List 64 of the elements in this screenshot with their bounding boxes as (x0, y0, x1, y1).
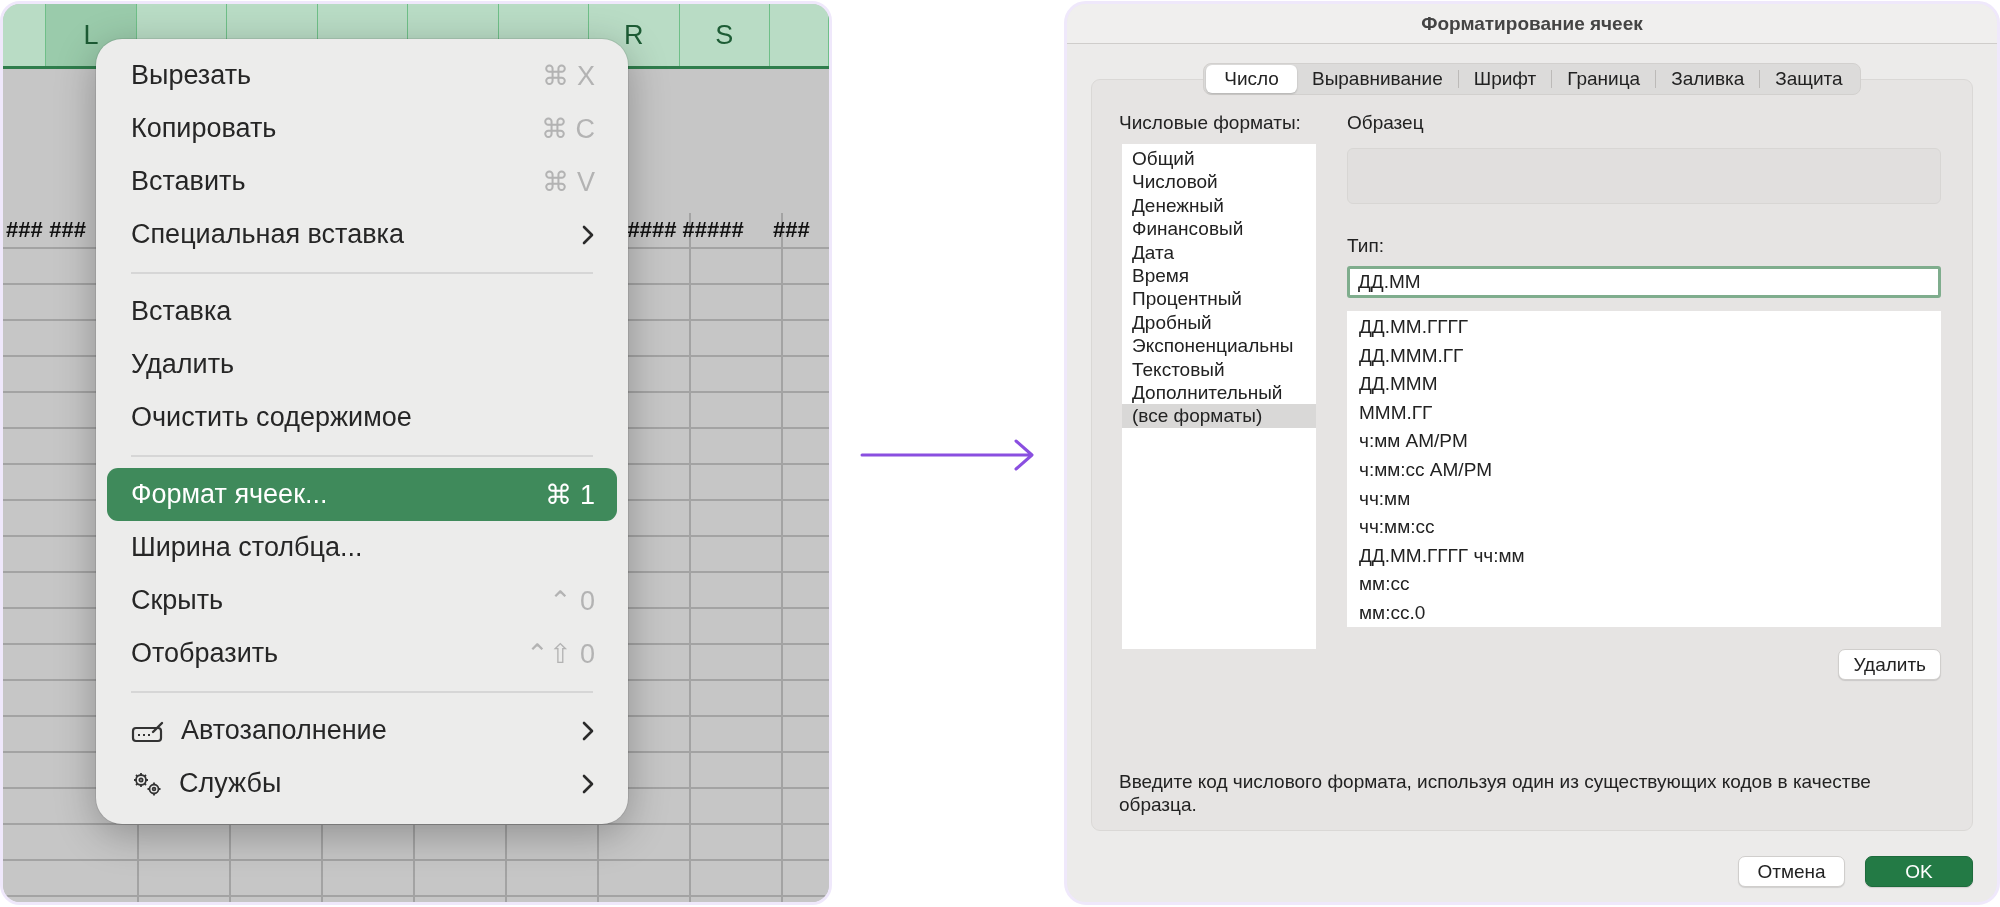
tab[interactable]: Защита (1760, 65, 1858, 93)
list-item[interactable]: (все форматы) (1122, 404, 1316, 428)
list-item[interactable]: Экспоненциальны (1122, 334, 1316, 358)
cell-value: ### (48, 217, 87, 243)
list-item[interactable]: чч:мм (1347, 484, 1941, 514)
list-item[interactable]: чч:мм:сс (1347, 513, 1941, 542)
list-item[interactable]: ДД.ММ.ГГГГ чч:мм (1347, 541, 1941, 571)
list-item[interactable]: ч:мм AM/PM (1347, 427, 1941, 456)
list-item[interactable]: Процентный (1122, 287, 1316, 311)
cell-value: ### (5, 217, 44, 243)
cell-value: #### (626, 217, 678, 243)
category-list[interactable]: Общий Числовой Денежный Финансовый Дата Время Процентный Дробный Экспоненциальны Текстовый Дополнительный (все форматы) (1122, 144, 1316, 649)
tab[interactable]: Число (1206, 65, 1297, 93)
menu-item[interactable]: Удалить (107, 338, 617, 391)
tab[interactable]: Граница (1552, 65, 1656, 93)
list-item[interactable]: Финансовый (1122, 217, 1316, 241)
menu-item[interactable]: Вставить ⌘ V (107, 155, 617, 208)
list-item[interactable]: мм:сс (1347, 570, 1941, 599)
type-label: Тип: (1347, 234, 1385, 258)
gears-icon (131, 770, 163, 797)
menu-item[interactable]: Формат ячеек... ⌘ 1 (107, 468, 617, 521)
tab[interactable]: Шрифт (1458, 65, 1552, 93)
menu-item[interactable]: Очистить содержимое (107, 391, 617, 444)
delete-button[interactable]: Удалить (1838, 649, 1941, 680)
list-item[interactable]: ДД.ММ.ГГГГ (1347, 313, 1941, 342)
list-item[interactable]: Дробный (1122, 310, 1316, 335)
menu-item[interactable]: Отобразить ⌃⇧ 0 (107, 627, 617, 680)
ok-button[interactable]: OK (1865, 856, 1973, 887)
tab[interactable]: Выравнивание (1296, 65, 1458, 93)
tab[interactable]: Заливка (1656, 65, 1760, 93)
list-item[interactable]: ДД.МММ.ГГ (1347, 341, 1941, 371)
list-item[interactable]: Дополнительный (1122, 380, 1316, 405)
menu-item[interactable]: Скрыть ⌃ 0 (107, 574, 617, 627)
shortcut-label: ⌘ V (542, 165, 595, 198)
list-label: Числовые форматы: (1119, 111, 1302, 135)
dialog-title: Форматирование ячеек (1421, 12, 1643, 35)
menu-item[interactable]: Автозаполнение (107, 704, 617, 757)
menu-item[interactable]: Вставка (107, 285, 617, 338)
sample-label: Образец (1347, 111, 1425, 135)
list-item[interactable]: МММ.ГГ (1347, 398, 1941, 428)
list-item[interactable]: Общий (1122, 147, 1316, 171)
list-item[interactable]: Текстовый (1122, 357, 1316, 381)
column-header[interactable]: S (679, 4, 771, 66)
list-item[interactable]: ч:мм:сс AM/PM (1347, 455, 1941, 485)
shortcut-label: ⌃⇧ 0 (526, 637, 595, 670)
shortcut-label: ⌃ 0 (549, 584, 595, 617)
menu-item[interactable]: Службы (107, 757, 617, 810)
cell-value: ##### (681, 217, 745, 243)
list-item[interactable]: мм:сс.0 (1347, 598, 1941, 628)
list-item[interactable]: Время (1122, 263, 1316, 288)
shortcut-label: ⌘ 1 (545, 478, 595, 511)
list-item[interactable]: Числовой (1122, 170, 1316, 194)
cell-value: ### (772, 217, 811, 243)
list-item[interactable]: Дата (1122, 240, 1316, 264)
format-list[interactable]: ДД.ММ.ГГГГ ДД.МММ.ГГ ДД.МММ МММ.ГГ ч:мм AM/PM ч:мм:сс AM/PM чч:мм чч:мм:сс ДД.ММ.ГГГГ чч:мм мм:сс мм:сс.0 (1347, 311, 1941, 627)
menu-item[interactable]: Специальная вставка (107, 208, 617, 261)
menu-item[interactable]: Ширина столбца... (107, 521, 617, 574)
shortcut-label: ⌘ C (541, 112, 595, 145)
menu-item[interactable]: Копировать ⌘ C (107, 102, 617, 155)
list-item[interactable]: ДД.МММ (1347, 370, 1941, 399)
list-item[interactable]: Денежный (1122, 193, 1316, 218)
cancel-button[interactable]: Отмена (1738, 856, 1845, 887)
hint-text: Введите код числового формата, используя один из существующих кодов в качестве образца. (1119, 770, 1872, 816)
type-field[interactable]: ДД.ММ (1347, 266, 1941, 298)
